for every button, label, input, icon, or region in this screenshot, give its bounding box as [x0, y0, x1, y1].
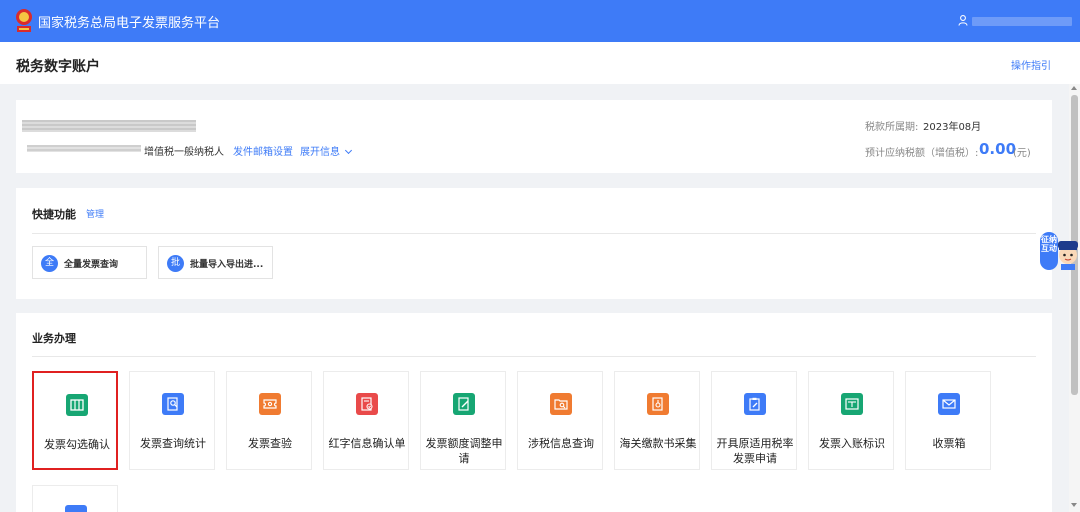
mail-settings-link[interactable]: 发件邮箱设置: [233, 143, 293, 158]
account-card: 增值税一般纳税人 发件邮箱设置 展开信息 税款所属期: 2023年08月 预计应…: [16, 100, 1052, 173]
quick-functions-title: 快捷功能: [32, 208, 76, 221]
tile-original-rate-invoice-apply[interactable]: 开具原适用税率发票申请: [711, 371, 797, 470]
sub-header: 税务数字账户 操作指引: [0, 42, 1080, 84]
tile-label: 发票勾选确认: [44, 438, 110, 451]
tax-id-redacted: [27, 145, 141, 152]
document-icon: [65, 505, 87, 512]
divider: [32, 356, 1036, 357]
top-bar: 国家税务总局电子发票服务平台: [0, 0, 1080, 42]
tile-label: 海关缴款书采集: [619, 437, 697, 450]
tile-invoice-select-confirm[interactable]: 发票勾选确认: [32, 371, 118, 470]
expand-info-label: 展开信息: [300, 147, 340, 158]
ticket-icon: [66, 394, 88, 416]
quick-button-label: 批量导入导出进...: [190, 260, 264, 270]
tile-partially-visible[interactable]: [32, 485, 118, 512]
quick-batch-import-export-button[interactable]: 批 批量导入导出进...: [158, 246, 273, 279]
search-document-icon: [162, 393, 184, 415]
assistant-avatar-icon: [1058, 241, 1078, 270]
expand-info-link[interactable]: 展开信息: [300, 143, 353, 158]
quick-button-label: 全量发票查询: [64, 260, 119, 270]
tile-label: 收票箱: [932, 437, 966, 450]
estimate-label: 预计应纳税额（增值税）:: [865, 148, 979, 159]
page-title: 税务数字账户: [16, 59, 100, 75]
tile-label: 发票入账标识: [819, 437, 885, 450]
tile-label: 涉税信息查询: [528, 437, 594, 450]
invoice-mark-icon: [841, 393, 863, 415]
business-title: 业务办理: [32, 332, 76, 345]
quick-all-invoice-query-button[interactable]: 全 全量发票查询: [32, 246, 147, 279]
period-label: 税款所属期:: [865, 122, 919, 133]
edit-document-icon: [453, 393, 475, 415]
mail-icon: [938, 393, 960, 415]
clipboard-edit-icon: [744, 393, 766, 415]
badge-icon: 批: [167, 255, 184, 272]
tile-customs-payment-collect[interactable]: 海关缴款书采集: [614, 371, 700, 470]
tile-tax-info-query[interactable]: 涉税信息查询: [517, 371, 603, 470]
tile-invoice-quota-adjust[interactable]: 发票额度调整申请: [420, 371, 506, 470]
business-card: 业务办理 发票勾选确认 发票查询统计 发票查验 红字信息确认单 发票额度调整申请: [16, 313, 1052, 512]
tile-invoice-query-stats[interactable]: 发票查询统计: [129, 371, 215, 470]
period-value: 2023年08月: [923, 122, 982, 133]
taxpayer-type: 增值税一般纳税人: [144, 147, 224, 158]
customs-document-icon: [647, 393, 669, 415]
manage-link[interactable]: 管理: [86, 207, 104, 220]
company-name-redacted: [22, 120, 196, 132]
tile-label: 红字信息确认单: [328, 437, 406, 450]
tile-label: 发票额度调整申请: [425, 437, 503, 465]
tile-label: 发票查询统计: [140, 437, 206, 450]
tile-invoice-accounting-mark[interactable]: 发票入账标识: [808, 371, 894, 470]
tile-label: 发票查验: [248, 437, 292, 450]
interactive-assistant-widget[interactable]: 征纳互动: [1040, 226, 1080, 274]
tile-label: 开具原适用税率发票申请: [716, 437, 794, 465]
chevron-down-icon: [345, 146, 353, 155]
tile-invoice-inbox[interactable]: 收票箱: [905, 371, 991, 470]
app-title: 国家税务总局电子发票服务平台: [38, 16, 221, 31]
quick-functions-card: 快捷功能 管理 全 全量发票查询 批 批量导入导出进...: [16, 188, 1052, 299]
tile-red-info-confirm[interactable]: 红字信息确认单: [323, 371, 409, 470]
user-icon[interactable]: [958, 15, 968, 26]
tax-emblem-icon: [16, 9, 32, 32]
badge-icon: 全: [41, 255, 58, 272]
verify-ticket-icon: [259, 393, 281, 415]
guide-link[interactable]: 操作指引: [1011, 57, 1051, 72]
tile-invoice-verify[interactable]: 发票查验: [226, 371, 312, 470]
estimate-value: 0.00: [979, 140, 1017, 158]
folder-search-icon: [550, 393, 572, 415]
divider: [32, 233, 1036, 234]
red-document-check-icon: [356, 393, 378, 415]
scroll-up-arrow-icon[interactable]: [1071, 86, 1077, 90]
user-name-redacted[interactable]: [972, 17, 1072, 26]
estimate-unit: (元): [1013, 148, 1031, 159]
scroll-down-arrow-icon[interactable]: [1071, 503, 1077, 507]
